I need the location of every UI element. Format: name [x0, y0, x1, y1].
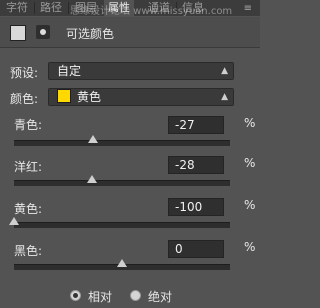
yellow-swatch-icon — [57, 89, 71, 103]
cyan-label: 青色: — [14, 118, 43, 132]
black-label: 黑色: — [14, 244, 43, 258]
relative-label: 相对 — [88, 290, 113, 304]
adjustment-header: 可选颜色 — [0, 17, 260, 48]
colors-dropdown[interactable]: 黄色 ▲ — [48, 88, 234, 106]
black-slider-thumb[interactable] — [117, 259, 127, 267]
updown-arrow-icon: ▲ — [221, 92, 228, 102]
tab-character[interactable]: 字符 — [6, 0, 28, 16]
cyan-slider-track[interactable] — [14, 135, 230, 146]
yellow-slider-thumb[interactable] — [9, 217, 19, 225]
yellow-label: 黄色: — [14, 202, 43, 216]
cyan-unit: % — [244, 116, 256, 130]
tab-divider — [68, 2, 69, 14]
relative-radio[interactable] — [70, 290, 81, 301]
magenta-label: 洋红: — [14, 160, 43, 174]
yellow-unit: % — [244, 198, 256, 212]
yellow-value-field[interactable]: -100 — [168, 198, 224, 216]
magenta-slider-thumb[interactable] — [86, 175, 97, 183]
black-slider-track[interactable] — [14, 259, 230, 270]
black-value-field[interactable]: 0 — [168, 240, 224, 258]
layer-mask-icon[interactable] — [36, 25, 50, 39]
tab-paths[interactable]: 路径 — [40, 0, 62, 16]
preset-value: 自定 — [57, 64, 82, 78]
magenta-value-field[interactable]: -28 — [168, 156, 224, 174]
updown-arrow-icon: ▲ — [221, 66, 228, 76]
tab-divider — [34, 2, 35, 14]
magenta-slider-track[interactable] — [14, 175, 230, 186]
cyan-slider-thumb[interactable] — [87, 135, 98, 143]
colors-label: 颜色: — [10, 92, 39, 106]
adjustment-title: 可选颜色 — [66, 27, 115, 41]
cyan-value-field[interactable]: -27 — [168, 116, 224, 134]
panel-tab-bar: 字符 路径 图层 属性 通道 信息 思缘设计论坛 www.missyuan.co… — [0, 0, 260, 17]
watermark-text: 思缘设计论坛 www.missyuan.com — [70, 6, 233, 17]
preset-label: 预设: — [10, 66, 39, 80]
panel-menu-icon[interactable]: ≡ — [244, 3, 252, 14]
black-unit: % — [244, 240, 256, 254]
absolute-label: 绝对 — [148, 290, 173, 304]
absolute-radio[interactable] — [130, 290, 141, 301]
adjustment-layer-icon[interactable] — [10, 25, 26, 41]
colors-value: 黄色 — [77, 90, 102, 104]
yellow-slider-track[interactable] — [9, 217, 230, 228]
magenta-unit: % — [244, 156, 256, 170]
preset-dropdown[interactable]: 自定 ▲ — [48, 62, 234, 80]
